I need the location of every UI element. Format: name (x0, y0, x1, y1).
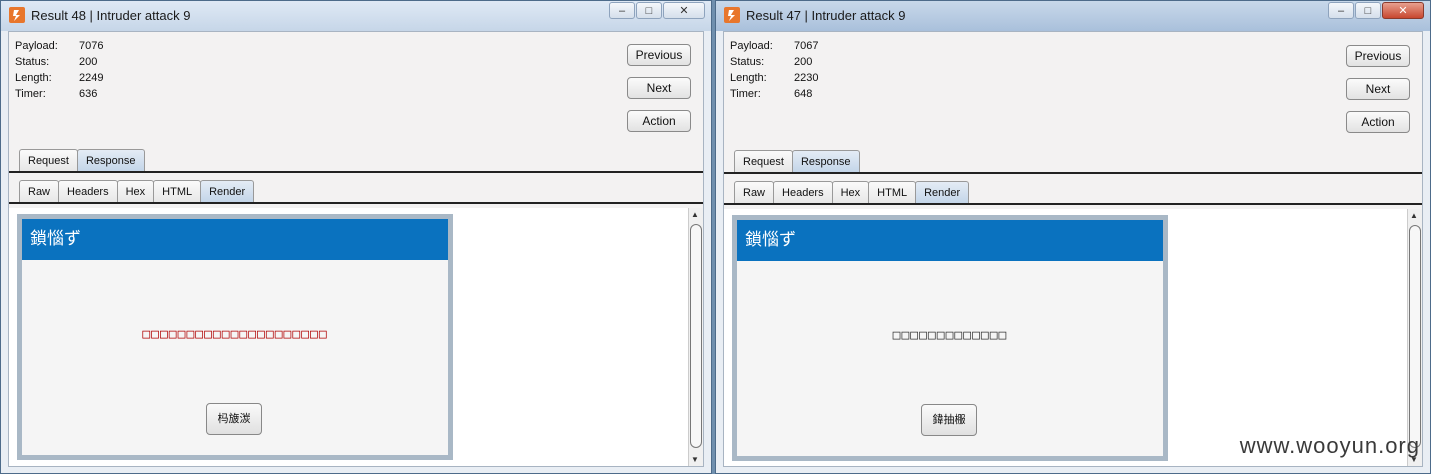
scroll-thumb[interactable] (690, 224, 702, 448)
length-value: 2230 (794, 72, 819, 84)
page-button[interactable]: 杩旇湠 (206, 403, 262, 435)
action-button[interactable]: Action (1346, 111, 1410, 133)
tab-request[interactable]: Request (19, 149, 78, 172)
result-info: Payload: 7067 Status: 200 Length: 2230 Time… (730, 38, 818, 102)
tab-hex[interactable]: Hex (116, 180, 155, 203)
vertical-scrollbar[interactable]: ▲ ▼ (1407, 209, 1422, 466)
close-icon[interactable]: ✕ (1382, 2, 1424, 19)
tab-html[interactable]: HTML (153, 180, 202, 203)
maximize-icon[interactable]: □ (1355, 2, 1381, 19)
tab-response[interactable]: Response (791, 150, 860, 173)
previous-button[interactable]: Previous (627, 44, 691, 66)
tab-headers[interactable]: Headers (773, 181, 833, 204)
length-value: 2249 (79, 72, 104, 84)
render-view: 鎖惱ず □□□□□□□□□□□□□□□□□□□□□ 杩旇湠 (9, 208, 689, 466)
tab-html[interactable]: HTML (868, 181, 917, 204)
tab-raw[interactable]: Raw (19, 180, 60, 203)
sub-tabs: Raw Headers Hex HTML Render (734, 181, 970, 204)
subtabs-divider (9, 202, 703, 204)
window-title: Result 47 | Intruder attack 9 (746, 8, 906, 23)
burp-app-icon (724, 7, 740, 23)
maximize-icon[interactable]: □ (636, 2, 662, 19)
tabs-divider (9, 171, 703, 173)
tabs-divider (724, 172, 1422, 174)
tab-response[interactable]: Response (76, 149, 145, 172)
tab-request[interactable]: Request (734, 150, 793, 173)
scroll-up-icon[interactable]: ▲ (1410, 211, 1418, 220)
status-value: 200 (794, 56, 813, 68)
close-icon[interactable]: ✕ (663, 2, 705, 19)
status-label: Status: (730, 56, 765, 68)
previous-button[interactable]: Previous (1346, 45, 1410, 67)
title-bar[interactable]: Result 48 | Intruder attack 9 – □ ✕ (1, 1, 711, 31)
scroll-thumb[interactable] (1409, 225, 1421, 448)
rendered-page: 鎖惱ず □□□□□□□□□□□□□ 鍏抽棴 (732, 215, 1168, 461)
result-48-window: Result 48 | Intruder attack 9 – □ ✕ Payl… (0, 0, 712, 474)
length-label: Length: (730, 72, 767, 84)
result-info: Payload: 7076 Status: 200 Length: 2249 Time… (15, 38, 103, 102)
timer-value: 636 (79, 88, 98, 100)
tab-render[interactable]: Render (200, 180, 255, 203)
subtabs-divider (724, 203, 1422, 205)
tab-headers[interactable]: Headers (58, 180, 118, 203)
window-client: Payload: 7076 Status: 200 Length: 2249 Time… (8, 31, 704, 467)
status-value: 200 (79, 56, 98, 68)
timer-label: Timer: (15, 88, 46, 100)
vertical-scrollbar[interactable]: ▲ ▼ (688, 208, 703, 466)
page-message: □□□□□□□□□□□□□□□□□□□□□ (142, 327, 328, 342)
page-button[interactable]: 鍏抽棴 (921, 404, 977, 436)
page-header: 鎖惱ず (22, 219, 448, 260)
tab-hex[interactable]: Hex (831, 181, 870, 204)
payload-value: 7076 (79, 40, 104, 52)
timer-value: 648 (794, 88, 813, 100)
result-47-window: Result 47 | Intruder attack 9 – □ ✕ Payl… (715, 0, 1431, 474)
watermark: www.wooyun.org (1239, 433, 1420, 458)
render-view: 鎖惱ず □□□□□□□□□□□□□ 鍏抽棴 (724, 209, 1408, 466)
rendered-page: 鎖惱ず □□□□□□□□□□□□□□□□□□□□□ 杩旇湠 (17, 214, 453, 460)
scroll-up-icon[interactable]: ▲ (691, 210, 699, 219)
payload-label: Payload: (730, 40, 773, 52)
length-label: Length: (15, 72, 52, 84)
page-message: □□□□□□□□□□□□□ (892, 328, 1008, 343)
page-header: 鎖惱ず (737, 220, 1163, 261)
action-button[interactable]: Action (627, 110, 691, 132)
next-button[interactable]: Next (1346, 78, 1410, 100)
main-tabs: Request Response (734, 150, 860, 173)
window-client: Payload: 7067 Status: 200 Length: 2230 Time… (723, 31, 1423, 467)
sub-tabs: Raw Headers Hex HTML Render (19, 180, 255, 203)
window-title: Result 48 | Intruder attack 9 (31, 8, 191, 23)
scroll-down-icon[interactable]: ▼ (691, 455, 699, 464)
minimize-icon[interactable]: – (1328, 2, 1354, 19)
tab-render[interactable]: Render (915, 181, 970, 204)
status-label: Status: (15, 56, 50, 68)
payload-value: 7067 (794, 40, 819, 52)
burp-app-icon (9, 7, 25, 23)
main-tabs: Request Response (19, 149, 145, 172)
minimize-icon[interactable]: – (609, 2, 635, 19)
next-button[interactable]: Next (627, 77, 691, 99)
timer-label: Timer: (730, 88, 761, 100)
tab-raw[interactable]: Raw (734, 181, 775, 204)
payload-label: Payload: (15, 40, 58, 52)
title-bar[interactable]: Result 47 | Intruder attack 9 – □ ✕ (716, 1, 1430, 31)
